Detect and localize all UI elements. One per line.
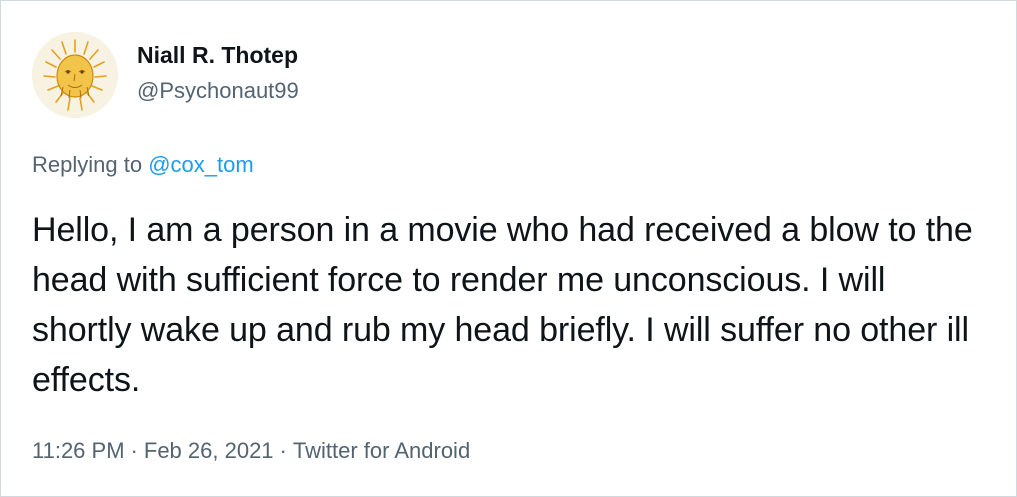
tweet-date-link[interactable]: Feb 26, 2021 (144, 438, 274, 463)
bearded-sketch-portrait-icon (32, 32, 118, 118)
tweet-source-link[interactable]: Twitter for Android (293, 438, 470, 463)
reply-to-handle-link[interactable]: @cox_tom (148, 152, 253, 177)
tweet-card: Niall R. Thotep @Psychonaut99 Replying t… (0, 0, 1017, 497)
tweet-time-link[interactable]: 11:26 PM (32, 438, 125, 463)
author-handle[interactable]: @Psychonaut99 (137, 77, 299, 105)
tweet-text: Hello, I am a person in a movie who had … (32, 211, 973, 399)
avatar[interactable] (32, 32, 118, 118)
author-display-name[interactable]: Niall R. Thotep (137, 41, 298, 69)
tweet-metadata: 11:26 PM · Feb 26, 2021 · Twitter for Androi… (32, 437, 470, 465)
meta-separator: · (279, 438, 287, 463)
replying-to-label: Replying to (32, 152, 143, 177)
replying-to-line: Replying to @cox_tom (32, 151, 254, 179)
meta-separator: · (130, 438, 138, 463)
